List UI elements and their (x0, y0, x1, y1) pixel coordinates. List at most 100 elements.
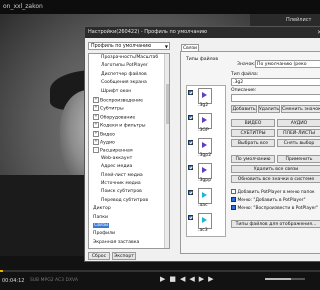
tree-item[interactable]: Адрес медиа (89, 164, 132, 171)
profile-select[interactable]: Профиль по умолчанию ▼ (88, 42, 170, 50)
icon-select[interactable]: По умолчанию (реко (255, 60, 320, 68)
add-button[interactable]: Добавить (231, 105, 257, 113)
expand-icon[interactable]: + (93, 97, 99, 103)
add-folder-menu-checkbox[interactable]: Добавить PotPlayer в меню папок (231, 189, 315, 195)
tree-item[interactable]: Web-аккаунт (89, 156, 132, 163)
tree-item[interactable]: Диктор (89, 206, 111, 213)
audio-button[interactable]: АУДИО (277, 119, 320, 127)
export-button[interactable]: Экспорт (112, 252, 136, 260)
file-type-item[interactable]: .3gp2 (187, 137, 225, 163)
tree-item[interactable]: + Субтитры (89, 105, 124, 112)
tree-item[interactable]: Шрифт окон (89, 89, 131, 96)
restore-all-icons-button[interactable]: Обновить все значки в системе (231, 175, 320, 183)
file-types-list[interactable]: .3g2 .3GP .3gp2 .3gpp .aac .ac3 (186, 85, 226, 237)
expand-icon[interactable]: + (93, 105, 99, 112)
file-type-ext: .3gpp (198, 178, 212, 183)
tree-item[interactable]: Папки (89, 215, 108, 222)
tree-item-label: Поиск субтитров (101, 189, 142, 195)
description-label: Описание: (231, 88, 257, 93)
remove-all-associations-button[interactable]: Удалить все связи (231, 165, 320, 173)
tree-item[interactable]: Связи (89, 223, 110, 230)
stream-badges: SUB MPG2 AC3 DXVA (30, 278, 78, 283)
settings-tree[interactable]: Прозрачность/Масштаб Логотипы PotPlayer Ди… (88, 53, 170, 249)
checkbox-checked-icon[interactable] (188, 115, 193, 120)
filetype-input[interactable]: .3g2 (231, 78, 320, 86)
tree-item[interactable]: Экранная заставка (89, 240, 139, 247)
collapse-icon[interactable]: - (93, 147, 99, 154)
tree-item[interactable]: Прозрачность/Масштаб (89, 55, 158, 62)
icon-select-value: По умолчанию (реко (257, 62, 307, 67)
tree-item-label: Web-аккаунт (101, 155, 133, 161)
checkbox-checked-icon[interactable] (188, 165, 193, 170)
tree-item[interactable]: Профили (89, 231, 115, 238)
expand-icon[interactable]: + (93, 113, 99, 120)
checkbox-checked-icon[interactable] (188, 90, 193, 95)
tree-item[interactable]: + Аудио (89, 139, 115, 146)
video-file-icon (198, 138, 212, 154)
tree-item-label: Субтитры (100, 106, 124, 112)
deselect-all-button[interactable]: Снять выбор (277, 139, 320, 147)
tree-item[interactable]: + Видео (89, 130, 115, 138)
file-type-item[interactable]: .3g2 (187, 87, 225, 113)
change-icon-button[interactable]: Сменить значок ... (281, 105, 320, 113)
dialog-title-bar[interactable]: Настройки(260422) - Профиль по умолчанию… (85, 27, 320, 38)
video-button[interactable]: ВИДЕО (231, 119, 275, 127)
file-type-ext: .3g2 (198, 103, 209, 108)
select-all-button[interactable]: Выбрать все (231, 139, 275, 147)
time-readout: 00:04:12 (2, 278, 25, 284)
display-file-types-button[interactable]: Типы файлов для отображения... (231, 220, 320, 228)
expand-icon[interactable]: + (93, 122, 99, 129)
tree-item[interactable]: + Оборудование (89, 113, 135, 121)
tree-scrollbar-thumb[interactable] (165, 84, 169, 124)
video-file-icon (198, 163, 212, 179)
file-type-item[interactable]: .aac (187, 187, 225, 213)
menu-play-checkbox[interactable]: Меню: "Воспроизвести в PotPlayer" (231, 205, 318, 211)
file-type-item[interactable]: .3gpp (187, 162, 225, 188)
player-title-bar[interactable]: on_xxl_zakon (0, 0, 320, 14)
apply-button[interactable]: Применить (277, 155, 320, 163)
tree-item-label: Источник медиа (101, 181, 141, 186)
tree-item[interactable]: Перевод субтитров (89, 198, 148, 205)
playlists-button[interactable]: ПЛЕЙ-ЛИСТЫ (277, 129, 320, 137)
expand-icon[interactable]: + (93, 130, 99, 137)
tree-item[interactable]: + Кодеки и фильтры (89, 122, 146, 129)
file-type-ext: .3GP (198, 128, 209, 133)
tree-item-label: Кодеки и фильтры (100, 123, 146, 129)
tree-item[interactable]: + Воспроизведение (89, 97, 143, 104)
subtitles-button[interactable]: СУБТИТРЫ (231, 129, 275, 137)
default-button[interactable]: По умолчанию (231, 155, 275, 163)
checkbox-checked-icon[interactable] (188, 215, 193, 220)
playback-buttons[interactable]: ▶■◀◀▶▶ (160, 275, 218, 283)
file-type-item[interactable]: .3GP (187, 112, 225, 138)
tree-item-label: Прозрачность/Масштаб (101, 55, 159, 60)
tree-scrollbar[interactable] (164, 54, 169, 248)
tree-item[interactable]: - Расширенная (89, 147, 133, 154)
seek-bar[interactable] (0, 270, 320, 272)
volume-fill (265, 278, 291, 280)
playlist-tab[interactable]: Плейлист (286, 17, 311, 23)
tree-item-label: Профили (93, 231, 116, 237)
tree-item-label: Диспетчер файлов (101, 71, 147, 77)
tree-item[interactable]: Сообщения экрана (89, 80, 147, 87)
play-icon (202, 192, 207, 198)
volume-slider[interactable] (265, 278, 305, 280)
tree-item[interactable]: Поиск субтитров (89, 189, 142, 196)
profile-select-value: Профиль по умолчанию (91, 44, 152, 49)
delete-button[interactable]: Удалить (258, 105, 280, 113)
checkbox-checked-icon (231, 205, 236, 210)
tree-item[interactable]: Логотипы PotPlayer (89, 63, 148, 70)
checkbox-checked-icon[interactable] (188, 140, 193, 145)
tree-item[interactable]: Диспетчер файлов (89, 72, 147, 79)
playlist-header[interactable]: Плейлист (250, 14, 320, 26)
description-input[interactable] (231, 94, 320, 102)
tree-item[interactable]: Источник медиа (89, 181, 141, 188)
file-type-item[interactable]: .ac3 (187, 212, 225, 238)
tab-associations[interactable]: Связи (181, 44, 199, 51)
checkbox-checked-icon (231, 197, 236, 202)
menu-add-checkbox[interactable]: Меню: "Добавить в PotPlayer" (231, 197, 306, 203)
reset-button[interactable]: Сброс (88, 252, 110, 260)
expand-icon[interactable]: + (93, 139, 99, 145)
checkbox-checked-icon[interactable] (188, 190, 193, 195)
tree-item-label: Адрес медиа (101, 164, 133, 170)
tree-item[interactable]: Плей-лист медиа (89, 173, 143, 180)
